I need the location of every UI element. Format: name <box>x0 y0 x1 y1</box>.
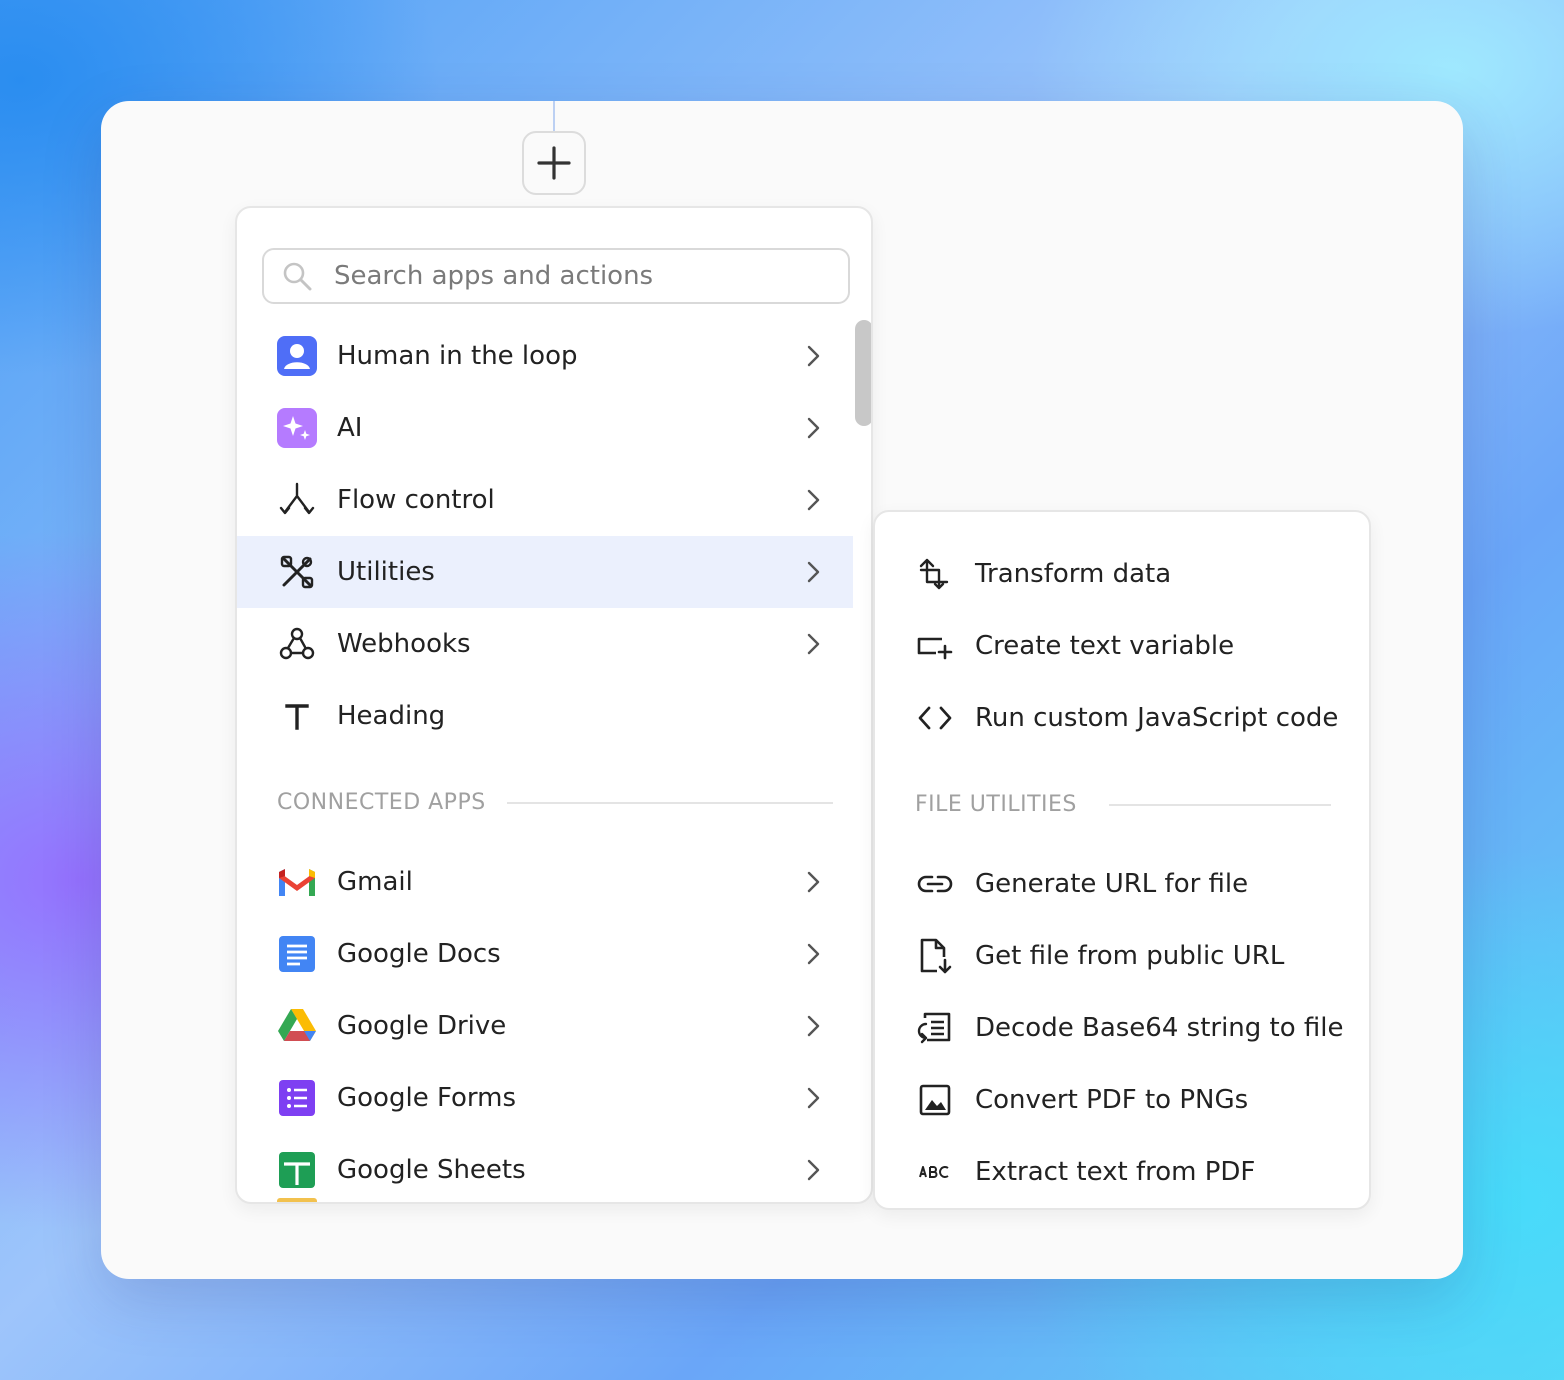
google-sheets-icon <box>275 1148 319 1192</box>
menu-item-label: AI <box>337 413 363 443</box>
google-drive-icon <box>275 1004 319 1048</box>
menu-item-ai[interactable]: AI <box>237 392 853 464</box>
menu-item-webhooks[interactable]: Webhooks <box>237 608 853 680</box>
utilities-submenu: Transform data Create text variable Run … <box>873 510 1371 1210</box>
chevron-right-icon <box>807 1015 820 1037</box>
next-app-icon-peek <box>277 1198 317 1202</box>
gmail-icon <box>275 860 319 904</box>
google-forms-icon <box>275 1076 319 1120</box>
text-variable-icon <box>913 624 957 668</box>
submenu-item-label: Decode Base64 string to file <box>975 1013 1344 1043</box>
app-item-google-forms[interactable]: Google Forms <box>237 1062 853 1134</box>
chevron-right-icon <box>807 871 820 893</box>
menu-item-human-in-the-loop[interactable]: Human in the loop <box>237 320 853 392</box>
chevron-right-icon <box>807 1159 820 1181</box>
section-title: FILE UTILITIES <box>915 792 1077 817</box>
submenu-item-label: Run custom JavaScript code <box>975 703 1339 733</box>
submenu-item-label: Create text variable <box>975 631 1235 661</box>
menu-item-label: Webhooks <box>337 629 471 659</box>
link-icon <box>913 862 957 906</box>
code-icon <box>913 696 957 740</box>
menu-item-label: Heading <box>337 701 446 731</box>
image-icon <box>913 1078 957 1122</box>
file-utilities-section-header: FILE UTILITIES <box>875 754 1369 848</box>
plus-icon <box>537 146 571 180</box>
action-list: Human in the loop AI Flow control Utilit… <box>237 320 853 1202</box>
chevron-right-icon <box>807 943 820 965</box>
submenu-item-get-file-from-url[interactable]: Get file from public URL <box>875 920 1369 992</box>
app-item-label: Google Drive <box>337 1011 507 1041</box>
section-title: CONNECTED APPS <box>277 790 486 815</box>
branch-icon <box>275 478 319 522</box>
app-item-google-drive[interactable]: Google Drive <box>237 990 853 1062</box>
chevron-right-icon <box>807 633 820 655</box>
app-item-label: Google Docs <box>337 939 501 969</box>
transform-icon <box>913 552 957 596</box>
submenu-item-generate-url[interactable]: Generate URL for file <box>875 848 1369 920</box>
scrollbar-thumb[interactable] <box>855 320 871 426</box>
section-divider <box>1109 804 1331 806</box>
app-item-google-docs[interactable]: Google Docs <box>237 918 853 990</box>
add-step-button[interactable] <box>522 131 586 195</box>
menu-item-label: Flow control <box>337 485 495 515</box>
app-item-google-sheets[interactable]: Google Sheets <box>237 1134 853 1202</box>
google-docs-icon <box>275 932 319 976</box>
tools-icon <box>275 550 319 594</box>
chevron-right-icon <box>807 561 820 583</box>
chevron-right-icon <box>807 417 820 439</box>
abc-icon <box>913 1150 957 1194</box>
sparkles-icon <box>275 406 319 450</box>
search-icon <box>283 262 312 291</box>
utilities-list: Transform data Create text variable Run … <box>875 538 1369 1208</box>
chevron-right-icon <box>807 1087 820 1109</box>
app-item-label: Google Forms <box>337 1083 516 1113</box>
menu-item-heading[interactable]: Heading <box>237 680 853 752</box>
submenu-item-label: Get file from public URL <box>975 941 1285 971</box>
submenu-item-run-javascript[interactable]: Run custom JavaScript code <box>875 682 1369 754</box>
connector-line <box>553 101 555 133</box>
chevron-right-icon <box>807 489 820 511</box>
connected-apps-section-header: CONNECTED APPS <box>237 752 853 846</box>
file-download-icon <box>913 934 957 978</box>
submenu-item-convert-pdf-to-pngs[interactable]: Convert PDF to PNGs <box>875 1064 1369 1136</box>
menu-item-label: Utilities <box>337 557 435 587</box>
submenu-item-create-text-variable[interactable]: Create text variable <box>875 610 1369 682</box>
submenu-item-extract-text-from-pdf[interactable]: Extract text from PDF <box>875 1136 1369 1208</box>
webhook-icon <box>275 622 319 666</box>
search-box[interactable] <box>262 248 850 304</box>
action-picker-panel: Human in the loop AI <box>235 206 873 1204</box>
submenu-item-label: Transform data <box>975 559 1172 589</box>
app-item-label: Google Sheets <box>337 1155 526 1185</box>
menu-item-label: Human in the loop <box>337 341 578 371</box>
menu-item-utilities[interactable]: Utilities <box>237 536 853 608</box>
submenu-item-label: Generate URL for file <box>975 869 1249 899</box>
submenu-item-transform-data[interactable]: Transform data <box>875 538 1369 610</box>
person-icon <box>275 334 319 378</box>
section-divider <box>507 802 833 804</box>
submenu-item-label: Extract text from PDF <box>975 1157 1256 1187</box>
search-input[interactable] <box>334 261 834 291</box>
scrollbar[interactable] <box>853 320 871 1200</box>
menu-item-flow-control[interactable]: Flow control <box>237 464 853 536</box>
chevron-right-icon <box>807 345 820 367</box>
app-item-gmail[interactable]: Gmail <box>237 846 853 918</box>
text-heading-icon <box>275 694 319 738</box>
app-item-label: Gmail <box>337 867 413 897</box>
submenu-item-decode-base64[interactable]: Decode Base64 string to file <box>875 992 1369 1064</box>
submenu-item-label: Convert PDF to PNGs <box>975 1085 1249 1115</box>
workflow-canvas: Human in the loop AI <box>101 101 1463 1279</box>
decode-icon <box>913 1006 957 1050</box>
